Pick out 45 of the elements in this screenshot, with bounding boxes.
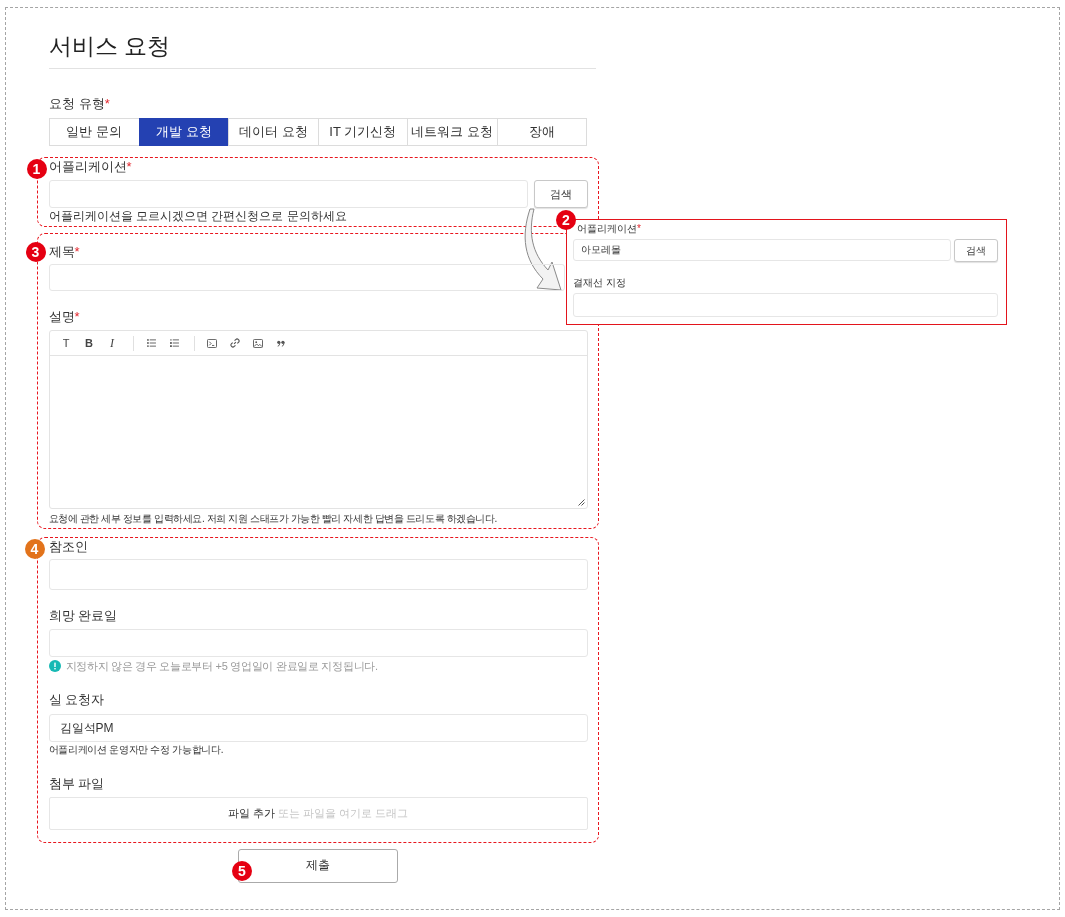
field-label: 어플리케이션* <box>577 222 641 236</box>
field-label: 결재선 지정 <box>573 276 626 290</box>
italic-button[interactable]: I <box>100 331 124 355</box>
note-text: 지정하지 않은 경우 오늘로부터 +5 영업일이 완료일로 지정됩니다. <box>65 659 378 673</box>
callout-marker: 2 <box>556 210 576 230</box>
request-type-tab[interactable]: 개발 요청 <box>138 117 229 146</box>
field-label: 제목* <box>48 242 80 261</box>
callout-marker: 3 <box>25 242 46 262</box>
help-text: 어플리케이션 운영자만 수정 가능합니다. <box>48 743 224 757</box>
search-button[interactable]: 검색 <box>954 239 998 262</box>
field-label: 희망 완료일 <box>48 607 118 625</box>
heading-button[interactable]: T <box>54 331 78 355</box>
callout-marker: 4 <box>24 539 45 559</box>
subject-input[interactable] <box>48 264 565 291</box>
cc-input[interactable] <box>48 559 588 590</box>
field-label: 어플리케이션* <box>48 157 132 176</box>
bold-button[interactable]: B <box>77 331 101 355</box>
field-label: 실 요청자 <box>48 691 105 709</box>
link-icon[interactable] <box>230 338 240 348</box>
field-label: 참조인 <box>48 537 88 556</box>
request-type-tab[interactable]: 데이터 요청 <box>228 117 319 146</box>
bullet-list-icon[interactable] <box>146 339 156 347</box>
help-text: 어플리케이션을 모르시겠으면 간편신청으로 문의하세요 <box>48 208 347 224</box>
field-label: 요청 유형* <box>49 94 110 113</box>
quote-icon[interactable] <box>277 339 285 347</box>
image-icon[interactable] <box>253 338 263 348</box>
field-label: 설명* <box>48 308 80 326</box>
approval-line-input[interactable] <box>573 293 998 317</box>
application-input[interactable] <box>48 180 528 208</box>
callout-marker: 1 <box>26 159 47 179</box>
help-text: 요청에 관한 세부 정보를 입력하세요. 저희 지원 스태프가 가능한 빨리 자세한 답변을 드리도록 하겠습니다. <box>48 512 497 526</box>
numbered-list-icon[interactable] <box>169 339 179 347</box>
requester-input[interactable]: 김일석PM <box>48 714 588 742</box>
info-icon <box>48 660 61 672</box>
resize-handle-icon[interactable] <box>577 499 585 506</box>
field-label: 첨부 파일 <box>48 775 105 793</box>
search-button[interactable]: 검색 <box>533 180 588 208</box>
request-type-tab[interactable]: 일반 문의 <box>49 117 140 146</box>
page-title: 서비스 요청 <box>49 32 171 61</box>
code-block-icon[interactable] <box>207 338 217 348</box>
request-type-tab[interactable]: 네트워크 요청 <box>407 117 498 146</box>
due-date-input[interactable] <box>48 629 588 657</box>
application-input[interactable]: 아모레몰 <box>573 239 951 261</box>
request-type-tab[interactable]: 장애 <box>496 117 587 146</box>
request-type-tab[interactable]: IT 기기신청 <box>317 117 408 146</box>
